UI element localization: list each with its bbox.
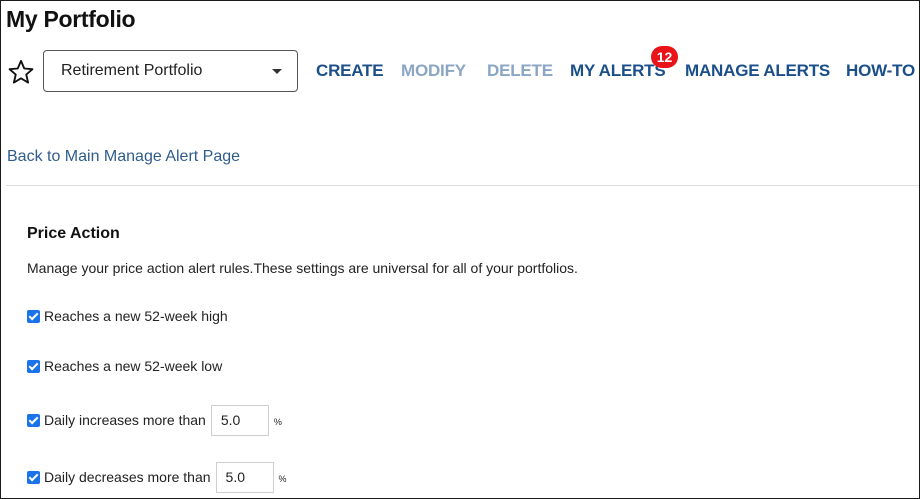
page-title: My Portfolio	[6, 6, 136, 32]
portfolio-select-value: Retirement Portfolio	[61, 62, 203, 79]
rule-checkbox[interactable]	[27, 470, 40, 484]
create-button[interactable]: CREATE	[316, 61, 384, 81]
portfolio-select[interactable]: Retirement Portfolio	[43, 50, 298, 92]
rule-label: Daily decreases more than	[44, 469, 211, 485]
chevron-down-icon	[272, 69, 282, 74]
star-icon[interactable]	[7, 58, 35, 86]
percent-unit: %	[278, 474, 287, 484]
rule-daily-increase: Daily increases more than %	[27, 404, 282, 436]
section-description: Manage your price action alert rules.The…	[27, 260, 578, 276]
daily-increase-input[interactable]	[210, 404, 269, 436]
divider	[6, 185, 919, 186]
rule-checkbox[interactable]	[27, 309, 40, 323]
how-to-button[interactable]: HOW-TO	[846, 61, 915, 81]
daily-decrease-input[interactable]	[215, 461, 274, 493]
modify-button[interactable]: MODIFY	[401, 61, 466, 81]
alerts-count-badge: 12	[651, 46, 678, 68]
delete-button[interactable]: DELETE	[487, 61, 553, 81]
manage-alerts-button[interactable]: MANAGE ALERTS	[685, 61, 830, 81]
rule-52-week-low: Reaches a new 52-week low	[27, 356, 222, 376]
rule-daily-decrease: Daily decreases more than %	[27, 461, 287, 493]
rule-label: Reaches a new 52-week high	[44, 308, 228, 324]
section-heading: Price Action	[27, 225, 120, 242]
back-to-manage-alerts-link[interactable]: Back to Main Manage Alert Page	[7, 148, 240, 166]
page-frame: My Portfolio Retirement Portfolio CREATE…	[0, 0, 920, 499]
rule-checkbox[interactable]	[27, 359, 40, 373]
my-alerts-button[interactable]: MY ALERTS	[570, 61, 666, 81]
percent-unit: %	[273, 417, 282, 427]
rule-52-week-high: Reaches a new 52-week high	[27, 306, 228, 326]
rule-label: Reaches a new 52-week low	[44, 358, 223, 374]
rule-checkbox[interactable]	[27, 413, 40, 427]
rule-label: Daily increases more than	[44, 412, 206, 428]
